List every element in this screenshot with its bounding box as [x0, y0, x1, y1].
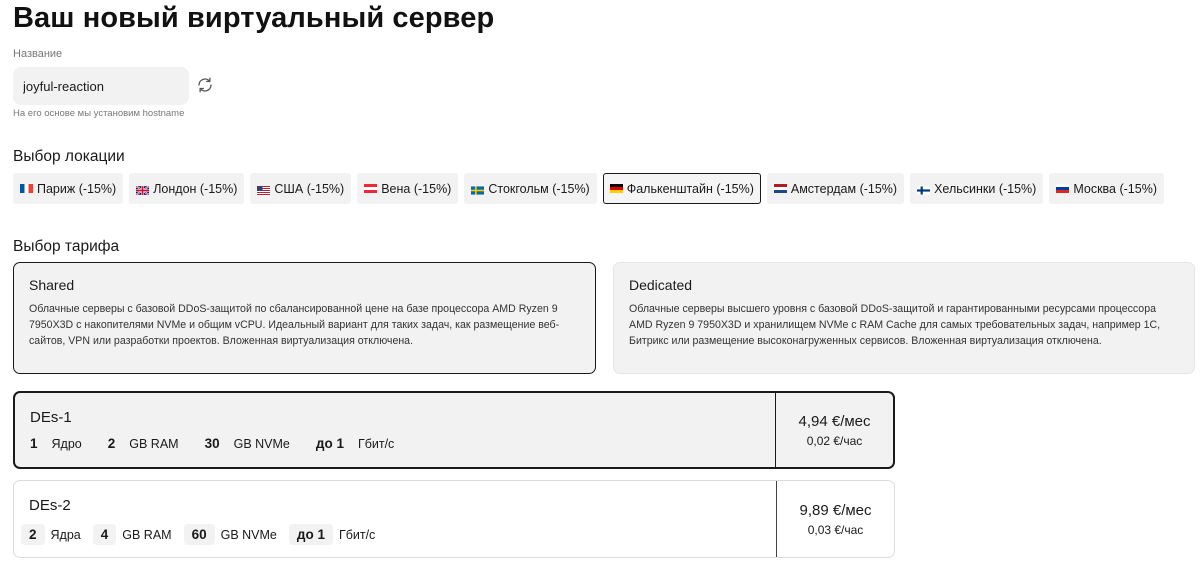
location-option-amsterdam[interactable]: Амстердам (-15%): [766, 173, 905, 204]
page-title: Ваш новый виртуальный сервер: [13, 2, 495, 34]
disk-amount: 30: [204, 436, 220, 451]
disk-label: GB NVMe: [220, 527, 277, 542]
location-label: Хельсинки (-15%): [934, 181, 1037, 196]
location-label: Вена (-15%): [381, 181, 452, 196]
refresh-icon: [196, 76, 214, 99]
cpu-count: 2: [21, 524, 45, 545]
location-label: Стокгольм (-15%): [488, 181, 590, 196]
tier-specs: 1 Ядро 2 GB RAM 30 GB NVMe до 1 Гбит/с: [30, 436, 775, 451]
tariff-section-title: Выбор тарифа: [13, 238, 120, 255]
network-label: Гбит/с: [338, 527, 376, 542]
location-option-falkenstein[interactable]: Фалькенштайн (-15%): [602, 173, 761, 204]
location-label: Москва (-15%): [1073, 181, 1157, 196]
disk-spec: 30 GB NVMe: [205, 436, 290, 451]
location-option-stockholm[interactable]: Стокгольм (-15%): [464, 173, 597, 204]
plan-card-shared[interactable]: Shared Облачные серверы с базовой DDoS-з…: [13, 262, 596, 374]
location-label: США (-15%): [274, 181, 345, 196]
name-field-hint: На его основе мы установим hostname: [13, 108, 185, 119]
tier-name: DEs-1: [30, 409, 72, 426]
tier-card-des-2[interactable]: DEs-2 2 Ядра 4 GB RAM 60 GB NVMe до 1 Гб…: [13, 480, 895, 558]
tier-name: DEs-2: [29, 497, 71, 514]
cpu-label: Ядра: [50, 527, 81, 542]
cpu-label: Ядро: [51, 436, 82, 451]
plan-card-dedicated[interactable]: Dedicated Облачные серверы высшего уровн…: [613, 262, 1195, 374]
location-option-paris[interactable]: Париж (-15%): [13, 173, 124, 204]
plan-name: Shared: [29, 277, 75, 293]
location-list: Париж (-15%) Лондон (-15%) США (-15%) Ве…: [13, 173, 1164, 204]
finland-flag-icon: [917, 184, 931, 195]
price-per-hour: 0,02 €/час: [806, 433, 863, 448]
tier-price: 9,89 €/мес 0,03 €/час: [777, 481, 894, 557]
location-section-title: Выбор локации: [13, 148, 125, 165]
server-name-input[interactable]: [13, 67, 189, 105]
tier-specs: 2 Ядра 4 GB RAM 60 GB NVMe до 1 Гбит/с: [21, 524, 776, 545]
regenerate-name-button[interactable]: [194, 76, 216, 98]
disk-spec: 60 GB NVMe: [183, 524, 277, 545]
russia-flag-icon: [1056, 184, 1070, 193]
location-option-usa[interactable]: США (-15%): [250, 173, 352, 204]
name-field-label: Название: [13, 48, 63, 60]
location-option-london[interactable]: Лондон (-15%): [129, 173, 245, 204]
plan-description: Облачные серверы с базовой DDoS-защитой …: [29, 303, 560, 347]
ram-label: GB RAM: [129, 436, 179, 451]
location-label: Париж (-15%): [37, 181, 117, 196]
cpu-spec: 1 Ядро: [30, 436, 82, 451]
location-label: Фалькенштайн (-15%): [626, 181, 754, 196]
price-per-hour: 0,03 €/час: [807, 522, 864, 537]
netherlands-flag-icon: [773, 184, 787, 193]
cpu-count: 1: [30, 436, 38, 451]
tier-price: 4,94 €/мес 0,02 €/час: [776, 393, 893, 467]
ram-label: GB RAM: [122, 527, 172, 542]
ram-amount: 2: [107, 436, 116, 451]
tier-specs-area: DEs-2 2 Ядра 4 GB RAM 60 GB NVMe до 1 Гб…: [14, 481, 776, 557]
plan-name: Dedicated: [629, 277, 693, 293]
location-option-helsinki[interactable]: Хельсинки (-15%): [910, 173, 1044, 204]
usa-flag-icon: [257, 184, 271, 195]
ram-amount: 4: [92, 524, 117, 545]
price-per-month: 4,94 €/мес: [798, 412, 871, 430]
ram-spec: 4 GB RAM: [92, 524, 172, 545]
network-speed: до 1: [315, 436, 344, 451]
disk-label: GB NVMe: [233, 436, 290, 451]
price-per-month: 9,89 €/мес: [799, 501, 872, 519]
ram-spec: 2 GB RAM: [108, 436, 179, 451]
germany-flag-icon: [609, 184, 623, 193]
network-label: Гбит/с: [357, 436, 395, 451]
tier-card-des-1[interactable]: DEs-1 1 Ядро 2 GB RAM 30 GB NVMe до 1 Гб…: [13, 391, 895, 469]
austria-flag-icon: [364, 184, 378, 193]
location-option-moscow[interactable]: Москва (-15%): [1049, 173, 1164, 204]
plan-description: Облачные серверы высшего уровня с базово…: [629, 303, 1161, 347]
uk-flag-icon: [135, 184, 150, 196]
sweden-flag-icon: [471, 184, 485, 195]
network-spec: до 1 Гбит/с: [316, 436, 394, 451]
tier-specs-area: DEs-1 1 Ядро 2 GB RAM 30 GB NVMe до 1 Гб…: [15, 393, 775, 467]
location-option-vienna[interactable]: Вена (-15%): [357, 173, 459, 204]
location-label: Лондон (-15%): [153, 181, 238, 196]
cpu-spec: 2 Ядра: [21, 524, 81, 545]
location-label: Амстердам (-15%): [790, 181, 898, 196]
france-flag-icon: [20, 184, 33, 193]
disk-amount: 60: [183, 524, 215, 545]
network-spec: до 1 Гбит/с: [288, 524, 376, 545]
network-speed: до 1: [288, 524, 333, 545]
